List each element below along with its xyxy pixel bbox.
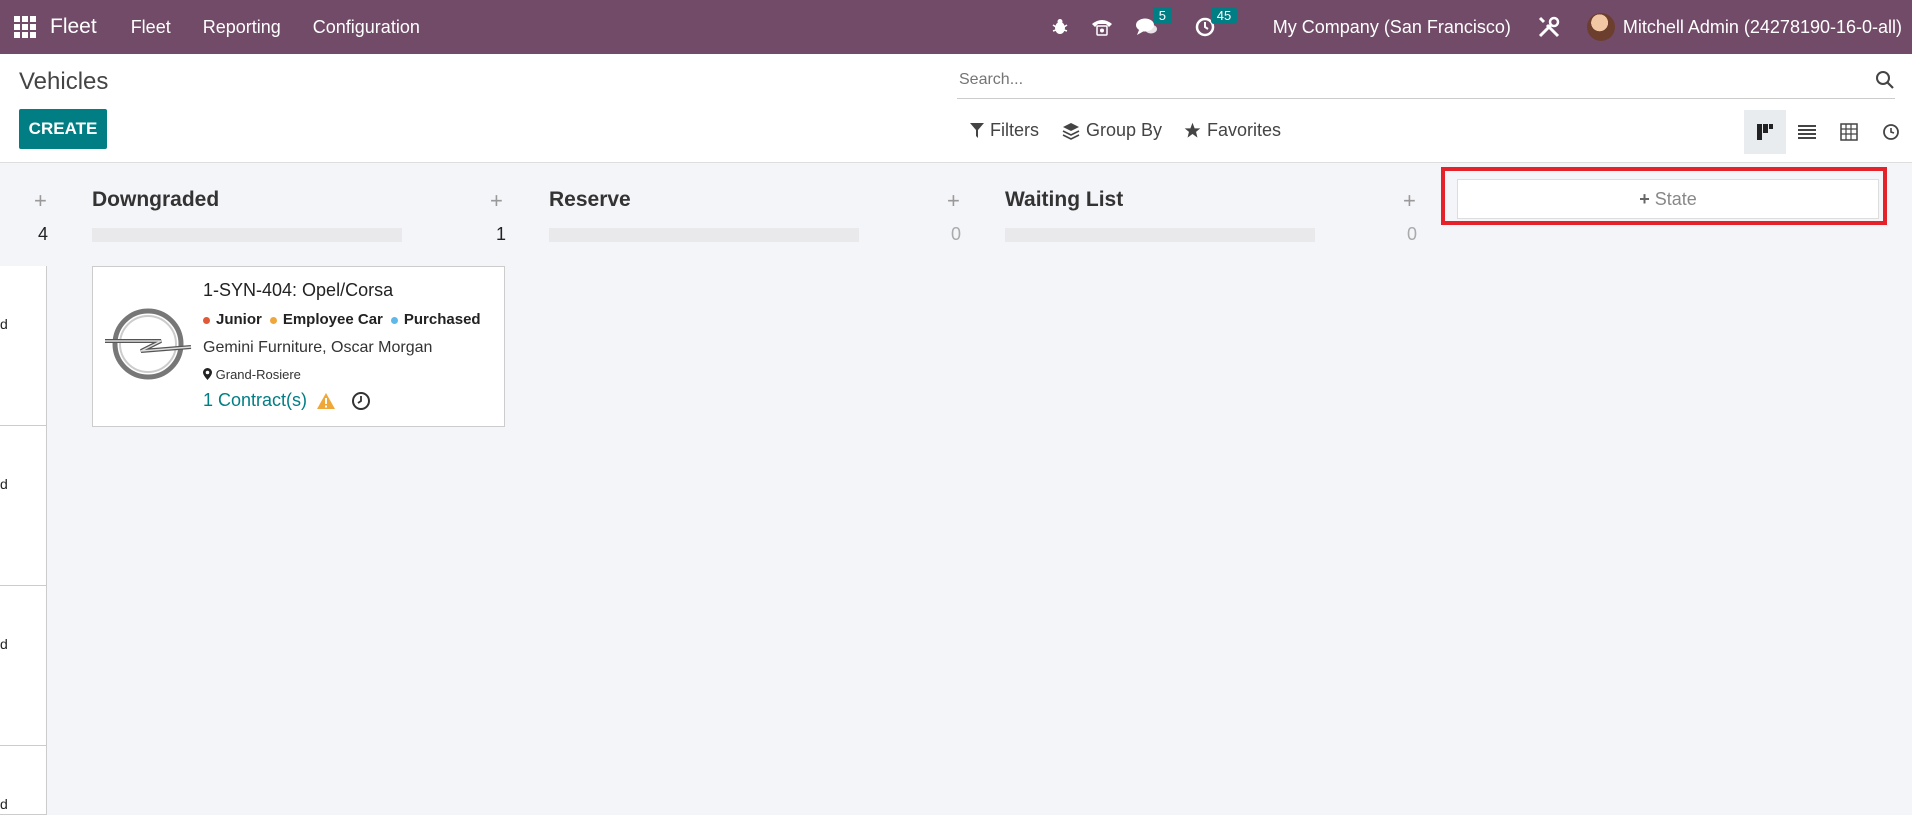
add-card-plus-icon[interactable]: + xyxy=(947,188,960,214)
menu-configuration[interactable]: Configuration xyxy=(313,17,420,38)
app-brand[interactable]: Fleet xyxy=(50,15,97,39)
list-view-icon[interactable] xyxy=(1786,110,1828,154)
vehicle-card[interactable]: 1-SYN-404: Opel/Corsa Junior Employee Ca… xyxy=(92,266,505,427)
add-state-highlight: + State xyxy=(1441,167,1887,225)
tag-employee-car: Employee Car xyxy=(269,311,383,328)
layers-icon xyxy=(1062,122,1080,140)
warning-icon xyxy=(317,392,336,409)
activity-view-icon[interactable] xyxy=(1870,110,1912,154)
column-progress-bar xyxy=(92,228,402,242)
chat-badge: 5 xyxy=(1152,7,1173,24)
vehicle-location: Grand-Rosiere xyxy=(203,367,301,382)
favorites-label: Favorites xyxy=(1207,120,1282,140)
kanban-view-icon[interactable] xyxy=(1744,110,1786,154)
view-switcher xyxy=(1744,110,1912,154)
column-title[interactable]: Reserve xyxy=(549,188,631,212)
filters-label: Filters xyxy=(990,120,1039,140)
create-button[interactable]: CREATE xyxy=(19,109,107,149)
search-bar xyxy=(957,62,1895,99)
activity-badge: 45 xyxy=(1210,7,1238,24)
column-count: 1 xyxy=(496,224,507,244)
page-title: Vehicles xyxy=(19,68,109,95)
favorites-button[interactable]: Favorites xyxy=(1184,120,1281,141)
column-progress-bar xyxy=(1005,228,1315,242)
add-card-plus-icon[interactable]: + xyxy=(1403,188,1416,214)
partial-card[interactable]: d xyxy=(0,586,47,746)
debug-bug-icon[interactable] xyxy=(1051,18,1069,36)
menu-fleet[interactable]: Fleet xyxy=(131,17,171,38)
tag-purchased: Purchased xyxy=(390,311,481,328)
plus-icon: + xyxy=(1639,188,1650,209)
kanban-column-waiting-list: Waiting List + 0 xyxy=(1005,162,1425,814)
groupby-label: Group By xyxy=(1086,120,1163,140)
top-navbar: Fleet Fleet Reporting Configuration 5 45… xyxy=(0,0,1912,54)
phone-icon[interactable] xyxy=(1091,18,1113,36)
column-progress-bar xyxy=(549,228,859,242)
column-title[interactable]: Waiting List xyxy=(1005,188,1123,212)
activity-clock-icon[interactable]: 45 xyxy=(1195,7,1238,37)
company-switcher[interactable]: My Company (San Francisco) xyxy=(1273,17,1511,38)
apps-menu-icon[interactable] xyxy=(14,16,36,38)
column-count: 0 xyxy=(951,224,962,244)
partial-card[interactable]: d xyxy=(0,746,47,815)
search-icon[interactable] xyxy=(1875,70,1895,95)
contracts-link[interactable]: 1 Contract(s) xyxy=(203,390,307,411)
kanban-column-reserve: Reserve + 0 xyxy=(549,162,969,814)
column-title[interactable]: Downgraded xyxy=(92,188,219,212)
star-icon xyxy=(1184,122,1201,138)
map-marker-icon xyxy=(203,368,212,380)
kanban-column-downgraded: Downgraded + 1 xyxy=(92,162,512,814)
vehicle-driver: Gemini Furniture, Oscar Morgan xyxy=(203,339,433,356)
add-card-plus-icon[interactable]: + xyxy=(490,188,503,214)
settings-tools-icon[interactable] xyxy=(1537,15,1561,39)
filter-icon xyxy=(970,122,984,138)
filters-button[interactable]: Filters xyxy=(970,120,1039,141)
user-avatar[interactable] xyxy=(1586,13,1615,41)
column-count: 0 xyxy=(1407,224,1418,244)
opel-logo-icon xyxy=(103,307,193,386)
partial-card[interactable]: d xyxy=(0,426,47,586)
chat-icon[interactable]: 5 xyxy=(1135,7,1173,37)
partial-card[interactable]: d xyxy=(0,266,47,426)
vehicle-name: 1-SYN-404: Opel/Corsa xyxy=(203,280,394,300)
menu-reporting[interactable]: Reporting xyxy=(203,17,281,38)
activity-clock-icon[interactable] xyxy=(351,391,371,411)
add-state-button[interactable]: + State xyxy=(1457,179,1879,219)
groupby-button[interactable]: Group By xyxy=(1062,120,1162,141)
control-panel: Vehicles CREATE Filters Group By Favorit… xyxy=(0,54,1912,163)
add-card-plus-icon[interactable]: + xyxy=(34,188,47,214)
user-menu[interactable]: Mitchell Admin (24278190-16-0-all) xyxy=(1623,17,1902,38)
pivot-view-icon[interactable] xyxy=(1828,110,1870,154)
search-input[interactable] xyxy=(957,62,1841,98)
vehicle-tags: Junior Employee Car Purchased xyxy=(203,311,481,328)
tag-junior: Junior xyxy=(203,311,262,328)
column-count: 4 xyxy=(38,224,49,244)
